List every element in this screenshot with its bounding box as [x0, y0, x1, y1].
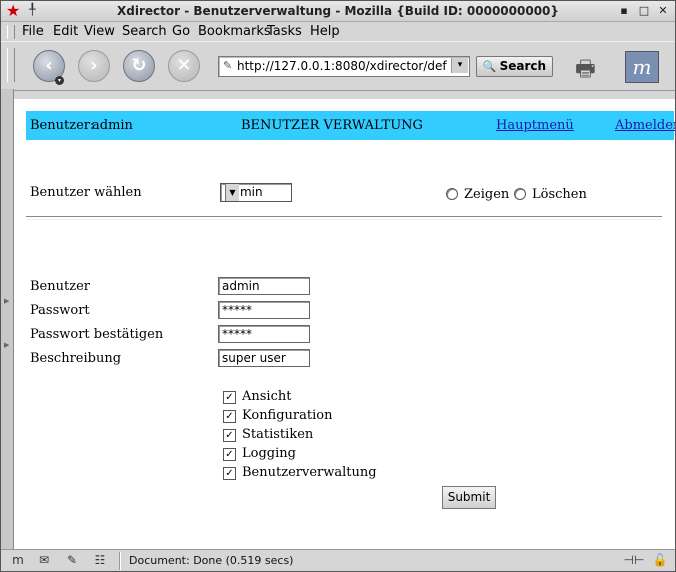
- user-field-label: Benutzer: [30, 279, 90, 294]
- stop-button[interactable]: ✕: [168, 50, 200, 82]
- status-bar: m ✉ ✎ ☷ Document: Done (0.519 secs) ⊣⊢ 🔓: [1, 549, 675, 571]
- menu-search[interactable]: Search: [122, 24, 167, 39]
- online-icon[interactable]: ⊣⊢: [621, 553, 647, 568]
- address-book-icon[interactable]: ☷: [91, 553, 109, 568]
- close-icon[interactable]: ✕: [656, 4, 670, 18]
- submit-button[interactable]: Submit: [442, 486, 496, 509]
- minimize-icon[interactable]: ▪: [617, 4, 631, 18]
- current-user-name: admin: [92, 118, 133, 133]
- menu-help[interactable]: Help: [310, 24, 340, 39]
- permission-label: Statistiken: [242, 427, 314, 442]
- user-field[interactable]: [218, 277, 310, 295]
- menu-view[interactable]: View: [84, 24, 115, 39]
- description-label: Beschreibung: [30, 351, 122, 366]
- password-field-label: Passwort: [30, 303, 90, 318]
- description-field[interactable]: [218, 349, 310, 367]
- print-icon[interactable]: 🖶: [575, 52, 596, 90]
- confirm-password-field[interactable]: [218, 325, 310, 343]
- permission-checkbox-konfiguration[interactable]: ✓: [223, 410, 236, 423]
- permission-label: Ansicht: [242, 389, 292, 404]
- permission-checkbox-ansicht[interactable]: ✓: [223, 391, 236, 404]
- toolbar-grip[interactable]: [7, 48, 15, 82]
- search-button[interactable]: 🔍 Search: [476, 56, 553, 77]
- sidebar-arrow-icon: ▶: [4, 341, 10, 349]
- header-band: Benutzer: admin BENUTZER VERWALTUNG Haup…: [26, 111, 675, 140]
- menu-go[interactable]: Go: [172, 24, 190, 39]
- maximize-icon[interactable]: □: [637, 4, 651, 18]
- composer-icon[interactable]: ✎: [63, 553, 81, 568]
- status-separator: [119, 552, 121, 570]
- url-input[interactable]: [237, 58, 447, 73]
- permission-checkbox-benutzerverwaltung[interactable]: ✓: [223, 467, 236, 480]
- password-field[interactable]: [218, 301, 310, 319]
- current-user-label: Benutzer:: [30, 118, 95, 133]
- separator: [26, 216, 662, 220]
- mail-icon[interactable]: ✉: [35, 553, 53, 568]
- page-icon: ✎: [223, 59, 233, 72]
- show-radio[interactable]: [446, 188, 458, 200]
- search-icon: 🔍: [482, 60, 497, 73]
- abmelden-link[interactable]: Abmelden: [615, 118, 675, 133]
- delete-radio-label[interactable]: Löschen: [532, 187, 587, 202]
- search-button-label: Search: [499, 59, 547, 73]
- menu-tasks[interactable]: Tasks: [267, 24, 302, 39]
- window-title: Xdirector - Benutzerverwaltung - Mozilla…: [117, 4, 559, 18]
- menu-bookmarks[interactable]: Bookmarks: [198, 24, 271, 39]
- navigation-toolbar: ‹ ▾ › ↻ ✕ ✎ ▾ 🔍Search 🖶 m: [1, 41, 675, 91]
- menu-edit[interactable]: Edit: [53, 24, 78, 39]
- permission-label: Benutzerverwaltung: [242, 465, 377, 480]
- reload-button[interactable]: ↻: [123, 50, 155, 82]
- forward-button[interactable]: ›: [78, 50, 110, 82]
- chevron-down-icon[interactable]: ▼: [225, 184, 239, 201]
- page-content: Benutzer: admin BENUTZER VERWALTUNG Haup…: [14, 99, 675, 549]
- title-bar: ★ ╀ Xdirector - Benutzerverwaltung - Moz…: [1, 1, 675, 22]
- hauptmenu-link[interactable]: Hauptmenü: [496, 118, 574, 133]
- sidebar-strip[interactable]: ▶ ▶: [1, 89, 14, 549]
- menu-bar: File Edit View Search Go Bookmarks Tasks…: [1, 22, 675, 41]
- show-radio-label[interactable]: Zeigen: [464, 187, 509, 202]
- menubar-grip[interactable]: [7, 25, 15, 39]
- sidebar-arrow-icon: ▶: [4, 297, 10, 305]
- confirm-password-label: Passwort bestätigen: [30, 327, 164, 342]
- security-lock-icon[interactable]: 🔓: [651, 553, 669, 568]
- user-select[interactable]: admin ▼: [220, 183, 292, 202]
- url-dropdown-icon[interactable]: ▾: [451, 58, 468, 73]
- back-history-dropdown-icon[interactable]: ▾: [55, 76, 64, 85]
- select-user-label: Benutzer wählen: [30, 185, 142, 200]
- permission-label: Logging: [242, 446, 296, 461]
- permission-checkbox-statistiken[interactable]: ✓: [223, 429, 236, 442]
- navigator-icon[interactable]: m: [9, 553, 27, 568]
- mozilla-logo[interactable]: m: [625, 51, 659, 83]
- delete-radio[interactable]: [514, 188, 526, 200]
- status-text: Document: Done (0.519 secs): [129, 554, 294, 567]
- permission-checkbox-logging[interactable]: ✓: [223, 448, 236, 461]
- menu-file[interactable]: File: [22, 24, 44, 39]
- page-title: BENUTZER VERWALTUNG: [241, 118, 423, 133]
- url-bar[interactable]: ✎ ▾: [218, 56, 470, 77]
- permission-label: Konfiguration: [242, 408, 333, 423]
- browser-window: ★ ╀ Xdirector - Benutzerverwaltung - Moz…: [0, 0, 676, 572]
